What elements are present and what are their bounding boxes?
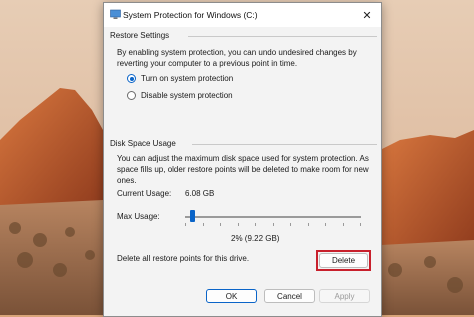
radio-button[interactable] bbox=[127, 74, 136, 83]
computer-icon bbox=[110, 9, 121, 19]
delete-description: Delete all restore points for this drive… bbox=[117, 254, 250, 263]
slider-tick bbox=[237, 223, 239, 226]
slider-tick bbox=[255, 223, 256, 226]
slider-tick bbox=[185, 223, 186, 226]
max-usage-slider-track[interactable] bbox=[185, 216, 361, 218]
divider bbox=[188, 36, 377, 37]
divider bbox=[192, 144, 377, 145]
slider-tick bbox=[325, 223, 326, 226]
current-usage-value: 6.08 GB bbox=[185, 189, 215, 198]
radio-button[interactable] bbox=[127, 91, 136, 100]
title-bar[interactable]: System Protection for Windows (C:) ✕ bbox=[104, 3, 381, 27]
disk-space-description: You can adjust the maximum disk space us… bbox=[117, 154, 369, 185]
ok-button[interactable]: OK bbox=[206, 289, 257, 303]
close-icon: ✕ bbox=[362, 9, 372, 22]
max-usage-label: Max Usage: bbox=[117, 212, 160, 221]
delete-button[interactable]: Delete bbox=[319, 253, 368, 268]
slider-tick bbox=[290, 223, 291, 226]
radio-turn-on-protection[interactable]: Turn on system protection bbox=[127, 74, 233, 83]
slider-tick bbox=[220, 223, 221, 226]
disk-space-heading: Disk Space Usage bbox=[110, 139, 176, 148]
max-usage-slider-thumb[interactable] bbox=[190, 210, 196, 222]
restore-settings-description: By enabling system protection, you can u… bbox=[117, 48, 357, 68]
restore-settings-heading: Restore Settings bbox=[110, 31, 170, 40]
apply-button[interactable]: Apply bbox=[319, 289, 370, 303]
slider-tick bbox=[342, 223, 344, 226]
radio-label: Disable system protection bbox=[141, 91, 233, 100]
radio-label: Turn on system protection bbox=[141, 74, 234, 83]
slider-ticks bbox=[185, 223, 361, 227]
cancel-button[interactable]: Cancel bbox=[264, 289, 315, 303]
slider-tick bbox=[272, 223, 274, 226]
system-protection-dialog: System Protection for Windows (C:) ✕ Res… bbox=[103, 2, 382, 317]
slider-tick bbox=[307, 223, 309, 226]
slider-tick bbox=[202, 223, 204, 226]
radio-disable-protection[interactable]: Disable system protection bbox=[127, 91, 233, 100]
dialog-title: System Protection for Windows (C:) bbox=[123, 10, 258, 20]
max-usage-readout: 2% (9.22 GB) bbox=[231, 234, 280, 243]
close-button[interactable]: ✕ bbox=[353, 3, 381, 27]
current-usage-label: Current Usage: bbox=[117, 189, 172, 198]
slider-tick bbox=[360, 223, 361, 226]
